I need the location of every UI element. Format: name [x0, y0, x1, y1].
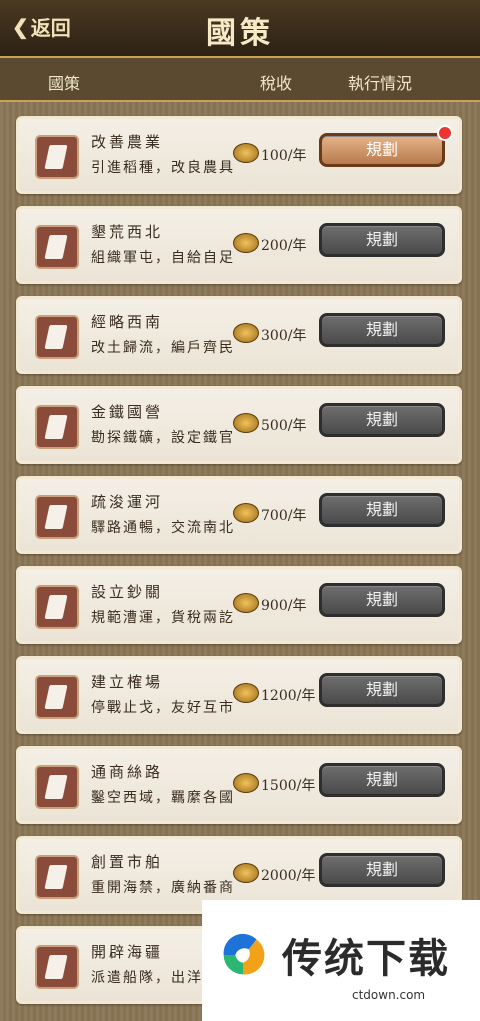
- policy-desc: 改土歸流，編戶齊民: [91, 340, 235, 356]
- policy-desc: 組織軍屯，自給自足: [91, 250, 235, 266]
- coin-icon: [233, 233, 259, 253]
- column-header: 國策 稅收 執行情況: [0, 58, 480, 102]
- watermark: 传统下载 ctdown.com: [202, 900, 480, 1021]
- coin-icon: [233, 413, 259, 433]
- watermark-logo-icon: [223, 933, 265, 975]
- policy-card: 通商絲路 鑿空西域，羈縻各國 1500/年 規劃: [16, 746, 462, 824]
- scroll-icon: [35, 855, 79, 899]
- scroll-icon: [35, 495, 79, 539]
- policy-name: 改善農業: [91, 133, 164, 151]
- policy-name: 金鐵國營: [91, 403, 164, 421]
- policy-cost: 1200/年: [261, 688, 316, 704]
- policy-name: 通商絲路: [91, 763, 164, 781]
- coin-icon: [233, 503, 259, 523]
- coin-icon: [233, 323, 259, 343]
- notification-dot: [437, 125, 453, 141]
- policy-card: 改善農業 引進稻種，改良農具 100/年 規劃: [16, 116, 462, 194]
- policy-name: 經略西南: [91, 313, 164, 331]
- column-status: 執行情況: [348, 74, 413, 93]
- policy-desc: 驛路通暢，交流南北: [91, 520, 235, 536]
- column-policy: 國策: [48, 74, 81, 93]
- policy-cost: 100/年: [261, 148, 307, 164]
- scroll-icon: [35, 405, 79, 449]
- coin-icon: [233, 593, 259, 613]
- plan-button[interactable]: 規劃: [319, 133, 445, 167]
- policy-desc: 停戰止戈，友好互市: [91, 700, 235, 716]
- policy-desc: 規範漕運，貨稅兩訖: [91, 610, 235, 626]
- policy-name: 疏浚運河: [91, 493, 164, 511]
- scroll-icon: [35, 675, 79, 719]
- policy-desc: 勘探鐵礦，設定鐵官: [91, 430, 235, 446]
- column-tax: 稅收: [260, 74, 293, 93]
- plan-button[interactable]: 規劃: [319, 853, 445, 887]
- plan-button[interactable]: 規劃: [319, 673, 445, 707]
- plan-button[interactable]: 規劃: [319, 403, 445, 437]
- policy-cost: 1500/年: [261, 778, 316, 794]
- watermark-text: 传统下载: [282, 936, 450, 982]
- scroll-icon: [35, 135, 79, 179]
- plan-button[interactable]: 規劃: [319, 583, 445, 617]
- plan-button[interactable]: 規劃: [319, 223, 445, 257]
- policy-cost: 700/年: [261, 508, 307, 524]
- policy-name: 創置市舶: [91, 853, 164, 871]
- policy-card: 金鐵國營 勘探鐵礦，設定鐵官 500/年 規劃: [16, 386, 462, 464]
- coin-icon: [233, 773, 259, 793]
- policy-desc: 鑿空西域，羈縻各國: [91, 790, 235, 806]
- plan-button[interactable]: 規劃: [319, 763, 445, 797]
- scroll-icon: [35, 585, 79, 629]
- page-title: 國策: [206, 16, 274, 51]
- policy-cost: 900/年: [261, 598, 307, 614]
- policy-card: 建立榷場 停戰止戈，友好互市 1200/年 規劃: [16, 656, 462, 734]
- policy-cost: 2000/年: [261, 868, 316, 884]
- policy-cost: 200/年: [261, 238, 307, 254]
- policy-desc: 重開海禁，廣納番商: [91, 880, 235, 896]
- policy-name: 墾荒西北: [91, 223, 164, 241]
- policy-card: 墾荒西北 組織軍屯，自給自足 200/年 規劃: [16, 206, 462, 284]
- top-bar: ❮ 返回 國策: [0, 0, 480, 58]
- policy-card: 疏浚運河 驛路通暢，交流南北 700/年 規劃: [16, 476, 462, 554]
- coin-icon: [233, 863, 259, 883]
- coin-icon: [233, 683, 259, 703]
- policy-cost: 500/年: [261, 418, 307, 434]
- policy-card: 經略西南 改土歸流，編戶齊民 300/年 規劃: [16, 296, 462, 374]
- coin-icon: [233, 143, 259, 163]
- scroll-icon: [35, 225, 79, 269]
- policy-name: 建立榷場: [91, 673, 164, 691]
- policy-name: 設立鈔關: [91, 583, 164, 601]
- scroll-icon: [35, 315, 79, 359]
- policy-cost: 300/年: [261, 328, 307, 344]
- policy-desc: 引進稻種，改良農具: [91, 160, 235, 176]
- policy-list: 改善農業 引進稻種，改良農具 100/年 規劃 墾荒西北 組織軍屯，自給自足 2…: [0, 102, 480, 1021]
- scroll-icon: [35, 945, 79, 989]
- scroll-icon: [35, 765, 79, 809]
- plan-button[interactable]: 規劃: [319, 313, 445, 347]
- policy-desc: 派遣船隊，出洋: [91, 970, 203, 986]
- watermark-url: ctdown.com: [352, 988, 426, 1002]
- policy-name: 開辟海疆: [91, 943, 164, 961]
- plan-button[interactable]: 規劃: [319, 493, 445, 527]
- policy-card: 設立鈔關 規範漕運，貨稅兩訖 900/年 規劃: [16, 566, 462, 644]
